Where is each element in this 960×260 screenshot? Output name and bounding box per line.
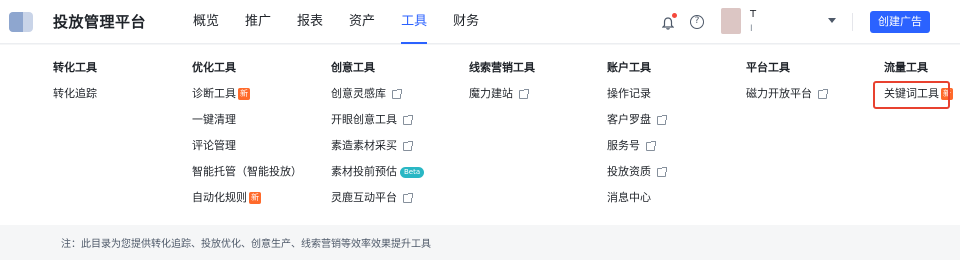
nav-finance[interactable]: 财务	[453, 0, 479, 44]
external-link-icon	[818, 88, 828, 99]
column-title: 创意工具	[331, 61, 375, 74]
help-icon[interactable]: ?	[690, 15, 704, 29]
menu-item-label: 素材投前预估	[331, 165, 397, 178]
menu-item-one-click-cleanup[interactable]: 一键清理	[192, 113, 302, 127]
external-link-icon	[403, 140, 413, 151]
menu-item-operation-log[interactable]: 操作记录	[607, 87, 666, 101]
keyword-tool-highlight	[873, 81, 950, 109]
menu-item-label: 素造素材采买	[331, 139, 397, 152]
external-link-icon	[392, 88, 402, 99]
top-header: 投放管理平台 概览 推广 报表 资产 工具 财务 ? T I 创建广告	[0, 0, 960, 44]
menu-item-label: 客户罗盘	[607, 113, 651, 126]
menu-item-label: 魔力建站	[469, 87, 513, 100]
column-account-tools: 账户工具 操作记录 客户罗盘 服务号 投放资质 消息中心	[607, 61, 667, 205]
menu-item-diagnosis[interactable]: 诊断工具新	[192, 87, 302, 101]
chevron-down-icon[interactable]	[828, 18, 836, 23]
column-title: 平台工具	[746, 61, 790, 74]
menu-item-site-builder[interactable]: 魔力建站	[469, 87, 535, 101]
menu-item-automation-rules[interactable]: 自动化规则新	[192, 191, 302, 205]
external-link-icon	[657, 166, 667, 177]
menu-item-kaiyan-creative[interactable]: 开眼创意工具	[331, 113, 424, 127]
external-link-icon	[657, 114, 667, 125]
create-ad-button[interactable]: 创建广告	[870, 11, 930, 33]
menu-item-label: 一键清理	[192, 113, 236, 126]
nav-reports[interactable]: 报表	[297, 0, 323, 44]
menu-item-label: 创意灵感库	[331, 87, 386, 100]
menu-item-label: 开眼创意工具	[331, 113, 397, 126]
menu-item-message-center[interactable]: 消息中心	[607, 191, 666, 205]
menu-item-open-platform[interactable]: 磁力开放平台	[746, 87, 828, 101]
column-lead-marketing-tools: 线索营销工具 魔力建站	[469, 61, 535, 101]
column-conversion-tools: 转化工具 转化追踪	[53, 61, 97, 101]
external-link-icon	[519, 88, 529, 99]
header-divider	[852, 13, 853, 31]
account-blur-mask	[760, 7, 818, 35]
nav-overview[interactable]: 概览	[193, 0, 219, 44]
menu-item-material-forecast[interactable]: 素材投前预估 Beta	[331, 165, 425, 179]
external-link-icon	[646, 140, 656, 151]
menu-item-linglu-interactive[interactable]: 灵鹿互动平台	[331, 191, 424, 205]
column-title: 账户工具	[607, 61, 651, 74]
column-title: 优化工具	[192, 61, 236, 74]
menu-item-creative-inspiration[interactable]: 创意灵感库	[331, 87, 424, 101]
menu-item-service-account[interactable]: 服务号	[607, 139, 666, 153]
menu-item-label: 灵鹿互动平台	[331, 191, 397, 204]
brand-title[interactable]: 投放管理平台	[53, 11, 146, 32]
beta-badge: Beta	[400, 166, 425, 178]
menu-item-smart-hosting[interactable]: 智能托管（智能投放）	[192, 165, 302, 179]
menu-item-material-purchase[interactable]: 素造素材采买	[331, 139, 424, 153]
column-platform-tools: 平台工具 磁力开放平台	[746, 61, 828, 101]
menu-item-customer-compass[interactable]: 客户罗盘	[607, 113, 667, 127]
logo-icon[interactable]	[9, 12, 33, 32]
menu-item-label: 转化追踪	[53, 87, 97, 100]
menu-item-label: 消息中心	[607, 191, 651, 204]
avatar[interactable]	[721, 8, 741, 34]
nav-promotion[interactable]: 推广	[245, 0, 271, 44]
column-title: 转化工具	[53, 61, 97, 74]
menu-item-label: 评论管理	[192, 139, 236, 152]
new-badge: 新	[238, 88, 250, 100]
menu-item-conversion-tracking[interactable]: 转化追踪	[53, 87, 97, 101]
external-link-icon	[403, 192, 413, 203]
bell-icon[interactable]	[661, 13, 677, 30]
menu-item-comment-management[interactable]: 评论管理	[192, 139, 302, 153]
account-id: I	[750, 24, 753, 34]
menu-item-label: 投放资质	[607, 165, 651, 178]
menu-item-label: 磁力开放平台	[746, 87, 812, 100]
nav-assets[interactable]: 资产	[349, 0, 375, 44]
new-badge: 新	[249, 192, 261, 204]
column-title: 线索营销工具	[469, 61, 535, 74]
menu-item-label: 自动化规则	[192, 191, 247, 204]
main-nav: 概览 推广 报表 资产 工具 财务	[193, 0, 505, 44]
column-creative-tools: 创意工具 创意灵感库 开眼创意工具 素造素材采买 素材投前预估 Beta 灵鹿互动…	[331, 61, 425, 205]
column-optimization-tools: 优化工具 诊断工具新 一键清理 评论管理 智能托管（智能投放） 自动化规则新	[192, 61, 302, 205]
account-name: T	[750, 9, 757, 20]
menu-item-label: 智能托管（智能投放）	[192, 165, 302, 178]
notification-dot	[672, 13, 677, 18]
external-link-icon	[403, 114, 413, 125]
menu-item-ad-qualification[interactable]: 投放资质	[607, 165, 667, 179]
menu-item-label: 服务号	[607, 139, 640, 152]
tools-dropdown-panel: 转化工具 转化追踪 优化工具 诊断工具新 一键清理 评论管理 智能托管（智能投放…	[0, 45, 960, 225]
column-title: 流量工具	[884, 61, 928, 74]
menu-item-label: 诊断工具	[192, 87, 236, 100]
menu-item-label: 操作记录	[607, 87, 651, 100]
nav-tools[interactable]: 工具	[401, 0, 428, 44]
footer-note: 注：此目录为您提供转化追踪、投放优化、创意生产、线索营销等效率效果提升工具	[61, 239, 431, 250]
